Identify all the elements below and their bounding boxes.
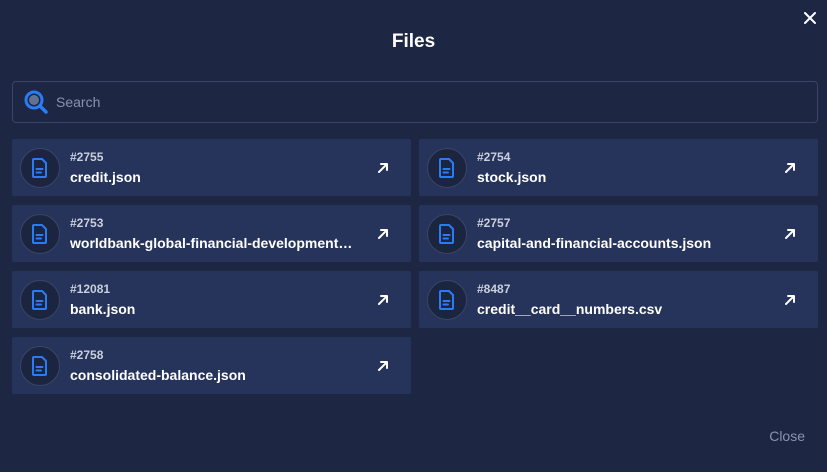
file-card[interactable]: #8487 credit__card__numbers.csv xyxy=(419,271,818,328)
file-name: bank.json xyxy=(70,300,136,317)
file-name: consolidated-balance.json xyxy=(70,366,246,383)
file-id: #2758 xyxy=(70,347,104,362)
file-card[interactable]: #2757 capital-and-financial-accounts.jso… xyxy=(419,205,818,262)
file-name: stock.json xyxy=(477,168,547,185)
file-name: credit.json xyxy=(70,168,141,185)
open-external-icon[interactable] xyxy=(375,226,391,242)
file-id: #2753 xyxy=(70,215,104,230)
file-id: #2754 xyxy=(477,149,511,164)
file-grid: #2755 credit.json #2754 stock.json #2753… xyxy=(12,139,818,394)
open-external-icon[interactable] xyxy=(782,160,798,176)
open-external-icon[interactable] xyxy=(782,226,798,242)
files-dialog: Files #2755 credit.json xyxy=(0,0,827,472)
file-id: #8487 xyxy=(477,281,511,296)
file-icon xyxy=(20,213,60,254)
file-icon xyxy=(427,147,467,188)
file-id: #2757 xyxy=(477,215,511,230)
file-name: worldbank-global-financial-development… xyxy=(70,234,353,251)
search-box[interactable] xyxy=(12,81,818,123)
file-icon xyxy=(427,213,467,254)
open-external-icon[interactable] xyxy=(375,358,391,374)
file-id: #2755 xyxy=(70,149,104,164)
open-external-icon[interactable] xyxy=(782,292,798,308)
file-icon xyxy=(20,147,60,188)
file-name: capital-and-financial-accounts.json xyxy=(477,234,712,251)
file-icon xyxy=(20,345,60,386)
file-card[interactable]: #2753 worldbank-global-financial-develop… xyxy=(12,205,411,262)
file-icon xyxy=(427,279,467,320)
file-icon xyxy=(20,279,60,320)
search-input[interactable] xyxy=(56,82,817,122)
file-card[interactable]: #2758 consolidated-balance.json xyxy=(12,337,411,394)
close-icon[interactable] xyxy=(801,9,819,27)
search-icon xyxy=(23,89,49,115)
open-external-icon[interactable] xyxy=(375,160,391,176)
close-button[interactable]: Close xyxy=(769,428,805,444)
file-id: #12081 xyxy=(70,281,111,296)
dialog-title: Files xyxy=(391,31,436,52)
open-external-icon[interactable] xyxy=(375,292,391,308)
file-card[interactable]: #2754 stock.json xyxy=(419,139,818,196)
file-name: credit__card__numbers.csv xyxy=(477,300,663,317)
file-card[interactable]: #2755 credit.json xyxy=(12,139,411,196)
file-card[interactable]: #12081 bank.json xyxy=(12,271,411,328)
